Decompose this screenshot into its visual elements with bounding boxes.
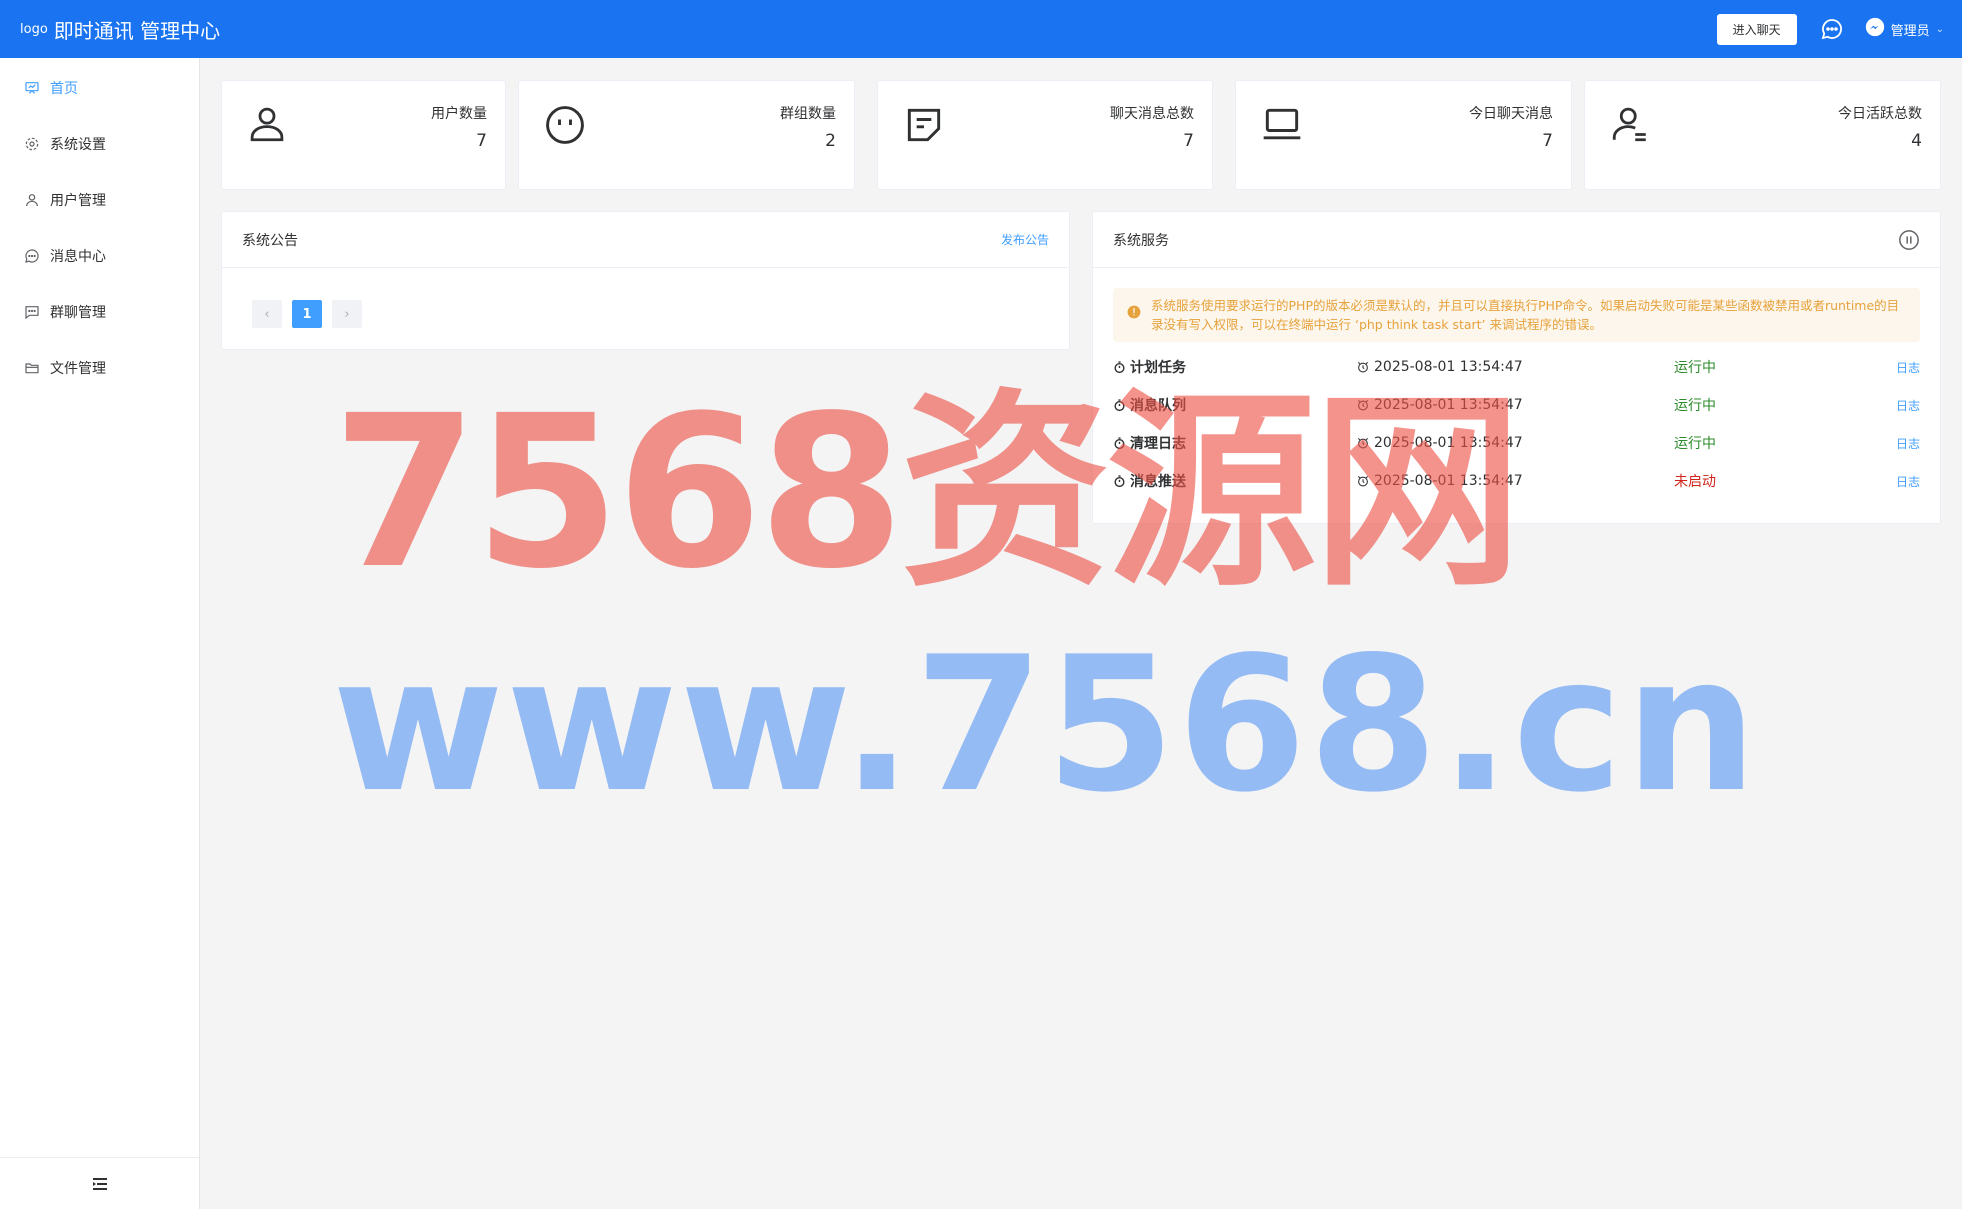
- next-page-button[interactable]: ›: [332, 300, 362, 328]
- service-status: 未启动: [1674, 474, 1716, 490]
- folder-icon: [25, 363, 39, 374]
- messenger-avatar-icon: [1865, 17, 1885, 41]
- stat-value: 7: [476, 131, 487, 151]
- user-name: 管理员: [1890, 23, 1930, 39]
- stat-label: 用户数量: [431, 106, 487, 122]
- user-icon: [250, 107, 284, 142]
- home-board-icon: [25, 82, 39, 94]
- service-row-schedule: 计划任务 2025-08-01 13:54:47 运行中 日志: [1113, 355, 1920, 379]
- laptop-icon: [1263, 108, 1301, 140]
- service-log-link[interactable]: 日志: [1896, 473, 1920, 490]
- message-square-icon: [907, 108, 941, 142]
- sidebar-item-home[interactable]: 首页: [0, 60, 199, 116]
- stat-value: 4: [1911, 131, 1922, 151]
- enter-chat-button[interactable]: 进入聊天: [1716, 13, 1797, 45]
- sidebar-item-label: 首页: [50, 81, 78, 97]
- chat-bubble-icon: [25, 249, 39, 263]
- sidebar-item-users[interactable]: 用户管理: [0, 172, 199, 228]
- stat-value: 2: [825, 131, 836, 151]
- pagination: ‹ 1 ›: [222, 268, 1069, 328]
- service-time: 2025-08-01 13:54:47: [1356, 473, 1674, 489]
- service-row-queue: 消息队列 2025-08-01 13:54:47 运行中 日志: [1113, 393, 1920, 417]
- logo-image: logo: [20, 21, 48, 37]
- service-row-cleanup: 清理日志 2025-08-01 13:54:47 运行中 日志: [1113, 431, 1920, 455]
- collapse-menu-icon: [92, 1177, 107, 1190]
- notice-header: 系统公告 发布公告: [222, 212, 1069, 268]
- alarm-clock-icon: [1357, 475, 1369, 487]
- service-log-link[interactable]: 日志: [1896, 435, 1920, 452]
- stat-card-today-messages: 今日聊天消息 7: [1235, 80, 1572, 190]
- user-menu[interactable]: 管理员 ⌄: [1865, 17, 1944, 41]
- sidebar-item-label: 消息中心: [50, 249, 106, 265]
- service-status: 运行中: [1674, 436, 1716, 452]
- service-name: 计划任务: [1113, 357, 1356, 377]
- service-title: 系统服务: [1113, 232, 1169, 249]
- brand[interactable]: logo 即时通讯 管理中心: [20, 15, 220, 44]
- page-number-button[interactable]: 1: [292, 300, 322, 328]
- chat-bubble-icon[interactable]: [1819, 16, 1845, 42]
- sidebar-item-label: 文件管理: [50, 361, 106, 377]
- sidebar-item-groups[interactable]: 群聊管理: [0, 284, 199, 340]
- app-title: 即时通讯 管理中心: [53, 18, 221, 43]
- stat-card-today-active: 今日活跃总数 4: [1584, 80, 1941, 190]
- stat-label: 聊天消息总数: [1110, 106, 1194, 122]
- alarm-clock-icon: [1357, 361, 1369, 373]
- stat-value: 7: [1542, 131, 1553, 151]
- service-time: 2025-08-01 13:54:47: [1356, 435, 1674, 451]
- pause-icon[interactable]: [1898, 229, 1920, 251]
- service-log-link[interactable]: 日志: [1896, 359, 1920, 376]
- sidebar: 首页 系统设置 用户管理 消息中心 群聊管理 文件管理: [0, 58, 200, 1209]
- header-actions: 进入聊天 管理员 ⌄: [1716, 13, 1944, 45]
- service-status: 运行中: [1674, 398, 1716, 414]
- stopwatch-icon: [1114, 360, 1125, 373]
- notice-title: 系统公告: [242, 232, 298, 249]
- alarm-clock-icon: [1357, 399, 1369, 411]
- stat-label: 今日活跃总数: [1838, 106, 1922, 122]
- sidebar-item-settings[interactable]: 系统设置: [0, 116, 199, 172]
- stat-label: 今日聊天消息: [1469, 106, 1553, 122]
- warning-icon: [1127, 305, 1141, 319]
- sidebar-item-label: 群聊管理: [50, 305, 106, 321]
- stat-label: 群组数量: [780, 106, 836, 122]
- watermark-line-2: www.7568.cn: [332, 616, 1760, 833]
- prev-page-button[interactable]: ‹: [252, 300, 282, 328]
- top-header: logo 即时通讯 管理中心 进入聊天 管理员 ⌄: [0, 0, 1962, 58]
- sidebar-item-label: 系统设置: [50, 137, 106, 153]
- stopwatch-icon: [1114, 474, 1125, 487]
- stat-card-users: 用户数量 7: [221, 80, 506, 190]
- stopwatch-icon: [1114, 436, 1125, 449]
- publish-notice-link[interactable]: 发布公告: [1001, 231, 1049, 248]
- service-time: 2025-08-01 13:54:47: [1356, 359, 1674, 375]
- sidebar-item-files[interactable]: 文件管理: [0, 340, 199, 396]
- stat-card-groups: 群组数量 2: [518, 80, 855, 190]
- alarm-clock-icon: [1357, 437, 1369, 449]
- chat-square-icon: [25, 306, 39, 320]
- service-time: 2025-08-01 13:54:47: [1356, 397, 1674, 413]
- service-name: 消息推送: [1113, 471, 1356, 491]
- sidebar-item-label: 用户管理: [50, 193, 106, 209]
- service-name: 消息队列: [1113, 395, 1356, 415]
- service-status: 运行中: [1674, 360, 1716, 376]
- user-icon: [26, 194, 38, 207]
- notice-panel: 系统公告 发布公告 ‹ 1 ›: [221, 211, 1070, 350]
- service-name: 清理日志: [1113, 433, 1356, 453]
- stopwatch-icon: [1114, 398, 1125, 411]
- service-header: 系统服务: [1093, 212, 1940, 268]
- service-warning-alert: 系统服务使用要求运行的PHP的版本必须是默认的，并且可以直接执行PHP命令。如果…: [1113, 288, 1920, 342]
- service-panel: 系统服务 系统服务使用要求运行的PHP的版本必须是默认的，并且可以直接执行PHP…: [1092, 211, 1941, 524]
- sidebar-collapse-toggle[interactable]: [0, 1157, 199, 1209]
- stat-card-total-messages: 聊天消息总数 7: [877, 80, 1213, 190]
- chevron-down-icon: ⌄: [1935, 23, 1944, 35]
- user-check-icon: [1612, 107, 1646, 142]
- face-icon: [546, 106, 584, 144]
- sidebar-item-messages[interactable]: 消息中心: [0, 228, 199, 284]
- alert-text: 系统服务使用要求运行的PHP的版本必须是默认的，并且可以直接执行PHP命令。如果…: [1151, 298, 1900, 332]
- service-log-link[interactable]: 日志: [1896, 397, 1920, 414]
- service-row-push: 消息推送 2025-08-01 13:54:47 未启动 日志: [1113, 469, 1920, 493]
- gear-icon: [25, 137, 39, 151]
- stat-value: 7: [1183, 131, 1194, 151]
